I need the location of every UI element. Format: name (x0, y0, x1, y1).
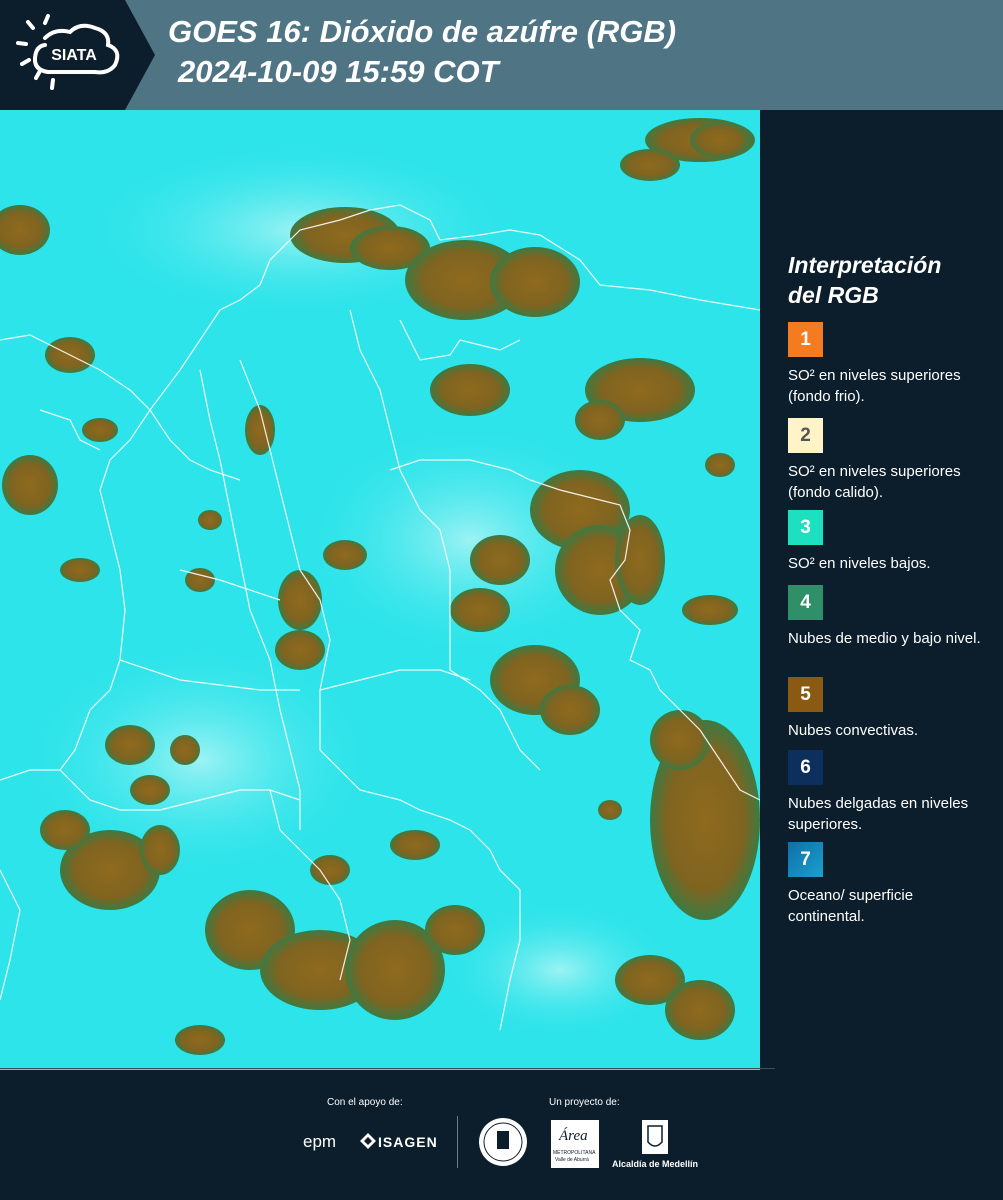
footer-divider-line (0, 1068, 775, 1069)
legend-swatch-6: 6 (788, 750, 823, 785)
siata-logo: SIATA (0, 0, 160, 110)
legend-swatch-7: 7 (788, 842, 823, 877)
legend-item-1: 1 SO² en niveles superiores (fondo frio)… (788, 322, 993, 407)
legend-swatch-4: 4 (788, 585, 823, 620)
legend-label-5: Nubes convectivas. (788, 722, 919, 739)
header-bar: SIATA GOES 16: Dióxido de azúfre (RGB) 2… (0, 0, 1003, 110)
legend-label-4: Nubes de medio y bajo nivel. (788, 630, 981, 647)
legend-swatch-2: 2 (788, 418, 823, 453)
support-label: Con el apoyo de: (327, 1097, 403, 1108)
legend-swatch-3: 3 (788, 510, 823, 545)
legend-label-2: SO² en niveles superiores (fondo calido)… (788, 463, 961, 501)
satellite-image (0, 110, 760, 1070)
legend-title: Interpretación del RGB (788, 252, 942, 308)
legend-swatch-5: 5 (788, 677, 823, 712)
legend-label-3: SO² en niveles bajos. (788, 555, 931, 572)
legend-swatch-1: 1 (788, 322, 823, 357)
area-metropolitana-logo: Área METROPOLITANA Valle de Aburrá (551, 1120, 599, 1168)
project-label: Un proyecto de: (549, 1097, 620, 1108)
isagen-logo: ISAGEN (378, 1134, 438, 1150)
legend-item-3: 3 SO² en niveles bajos. (788, 510, 993, 574)
siata-logo-text: SIATA (51, 47, 97, 64)
page-subtitle-timestamp: 2024-10-09 15:59 COT (178, 54, 499, 89)
legend-label-1: SO² en niveles superiores (fondo frio). (788, 367, 961, 405)
legend-item-2: 2 SO² en niveles superiores (fondo calid… (788, 418, 993, 503)
legend-item-4: 4 Nubes de medio y bajo nivel. (788, 585, 993, 649)
legend-label-7: Oceano/ superficie continental. (788, 887, 914, 925)
page-title: GOES 16: Dióxido de azúfre (RGB) (168, 14, 677, 49)
epm-logo: epm (303, 1132, 337, 1151)
satellite-map (0, 110, 760, 1070)
legend-item-5: 5 Nubes convectivas. (788, 677, 993, 741)
isagen-logo-icon (360, 1133, 376, 1149)
legend-item-7: 7 Oceano/ superficie continental. (788, 842, 993, 927)
rgb-legend: Interpretación del RGB (788, 250, 993, 310)
legend-item-6: 6 Nubes delgadas en niveles superiores. (788, 750, 993, 835)
footer-logo-divider (457, 1116, 458, 1168)
alcaldia-shield-icon (640, 1118, 670, 1156)
alcaldia-logo-text: Alcaldía de Medellín (612, 1159, 699, 1169)
legend-label-6: Nubes delgadas en niveles superiores. (788, 795, 969, 833)
medellin-seal-logo (478, 1117, 528, 1167)
